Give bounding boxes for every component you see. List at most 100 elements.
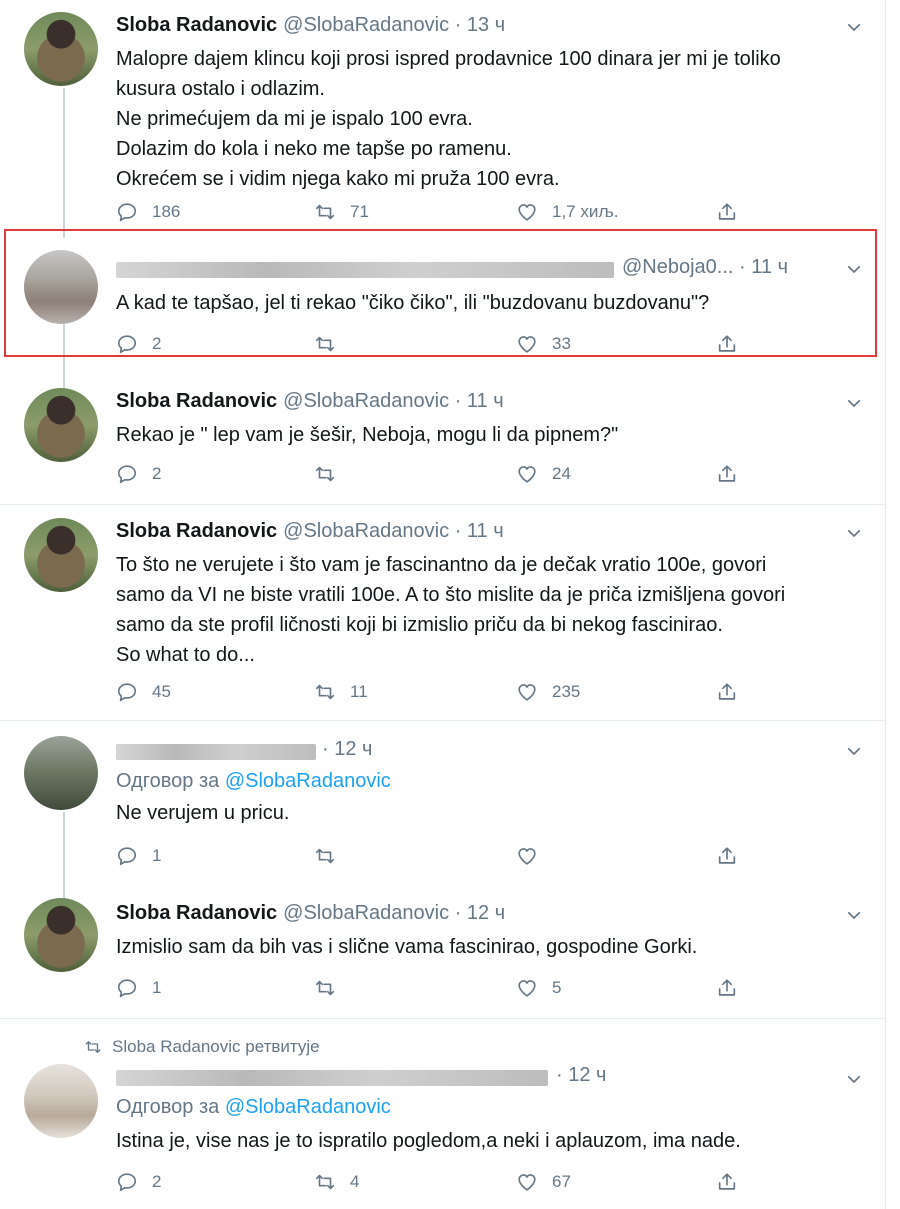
share-icon bbox=[716, 845, 738, 867]
tweet[interactable]: Sloba Radanovic @SlobaRadanovic · 13 ч Ma… bbox=[0, 0, 886, 236]
like-count: 235 bbox=[552, 682, 581, 701]
retweet-icon bbox=[84, 1038, 102, 1056]
reply-count: 186 bbox=[152, 202, 181, 221]
tweet-actions: 2 24 bbox=[116, 460, 756, 488]
reply-icon bbox=[116, 681, 138, 703]
heart-icon bbox=[516, 201, 538, 223]
reply-count: 2 bbox=[152, 1172, 162, 1191]
like-count: 1,7 хиљ. bbox=[552, 202, 619, 221]
avatar[interactable] bbox=[24, 898, 98, 972]
reply-mention-link[interactable]: @SlobaRadanovic bbox=[225, 1096, 391, 1118]
tweet-header: · 12 ч bbox=[556, 1064, 606, 1087]
retweet-icon bbox=[314, 681, 336, 703]
reply-count: 1 bbox=[152, 846, 162, 865]
reply-count: 2 bbox=[152, 464, 162, 483]
chevron-down-icon[interactable] bbox=[845, 18, 863, 36]
share-button[interactable] bbox=[716, 678, 752, 706]
retweet-icon bbox=[314, 977, 336, 999]
retweet-button[interactable] bbox=[314, 460, 350, 488]
share-button[interactable] bbox=[716, 460, 752, 488]
avatar[interactable] bbox=[24, 736, 98, 810]
like-button[interactable]: 24 bbox=[516, 460, 571, 488]
author-handle[interactable]: @SlobaRadanovic bbox=[283, 520, 449, 542]
reply-prefix: Одговор за bbox=[116, 1096, 220, 1118]
share-button[interactable] bbox=[716, 198, 752, 226]
tweet-actions: 1 5 bbox=[116, 974, 756, 1002]
chevron-down-icon[interactable] bbox=[845, 906, 863, 924]
timestamp[interactable]: · 12 ч bbox=[455, 902, 505, 924]
tweet-header: Sloba Radanovic @SlobaRadanovic · 11 ч bbox=[116, 520, 504, 543]
timestamp[interactable]: · 12 ч bbox=[556, 1064, 606, 1086]
timestamp[interactable]: · 11 ч bbox=[455, 520, 504, 542]
tweet-text: Izmislio sam da bih vas i slične vama fa… bbox=[116, 936, 698, 958]
tweet-text: To što ne verujete i što vam je fascinan… bbox=[116, 554, 786, 666]
chevron-down-icon[interactable] bbox=[845, 524, 863, 542]
reply-button[interactable]: 1 bbox=[116, 842, 161, 870]
share-icon bbox=[716, 463, 738, 485]
tweet[interactable]: Sloba Radanovic @SlobaRadanovic · 11 ч To… bbox=[0, 504, 886, 720]
chevron-down-icon[interactable] bbox=[845, 1070, 863, 1088]
avatar[interactable] bbox=[24, 518, 98, 592]
tweet-header: Sloba Radanovic @SlobaRadanovic · 12 ч bbox=[116, 902, 505, 925]
tweet-text: Malopre dajem klincu koji prosi ispred p… bbox=[116, 48, 781, 190]
tweet-text: Rekao je " lep vam je šešir, Neboja, mog… bbox=[116, 424, 619, 446]
retweet-icon bbox=[314, 845, 336, 867]
tweet[interactable]: Sloba Radanovic @SlobaRadanovic · 11 ч Re… bbox=[0, 374, 886, 502]
tweet-actions: 45 11 235 bbox=[116, 678, 756, 706]
like-button[interactable] bbox=[516, 842, 552, 870]
reply-count: 45 bbox=[152, 682, 171, 701]
reply-button[interactable]: 45 bbox=[116, 678, 171, 706]
retweet-button[interactable]: 71 bbox=[314, 198, 369, 226]
reply-button[interactable]: 2 bbox=[116, 1168, 161, 1196]
retweet-count: 11 bbox=[350, 682, 368, 701]
like-button[interactable]: 235 bbox=[516, 678, 580, 706]
like-button[interactable]: 1,7 хиљ. bbox=[516, 198, 618, 226]
reply-mention-link[interactable]: @SlobaRadanovic bbox=[225, 770, 391, 792]
retweet-button[interactable]: 4 bbox=[314, 1168, 359, 1196]
like-button[interactable]: 5 bbox=[516, 974, 561, 1002]
avatar[interactable] bbox=[24, 12, 98, 86]
share-button[interactable] bbox=[716, 842, 752, 870]
author-handle[interactable]: @SlobaRadanovic bbox=[283, 390, 449, 412]
avatar[interactable] bbox=[24, 1064, 98, 1138]
avatar[interactable] bbox=[24, 388, 98, 462]
reply-icon bbox=[116, 1171, 138, 1193]
retweet-context[interactable]: Sloba Radanovic ретвитује bbox=[84, 1037, 320, 1057]
tweet-header: · 12 ч bbox=[322, 738, 372, 761]
reply-button[interactable]: 186 bbox=[116, 198, 180, 226]
author-name[interactable]: Sloba Radanovic bbox=[116, 902, 277, 924]
timeline-feed: Sloba Radanovic @SlobaRadanovic · 13 ч Ma… bbox=[0, 0, 886, 1209]
reply-button[interactable]: 2 bbox=[116, 460, 161, 488]
divider bbox=[0, 1018, 886, 1019]
retweet-button[interactable]: 11 bbox=[314, 678, 368, 706]
tweet[interactable]: · 12 ч Одговор за @SlobaRadanovic Istina… bbox=[0, 1056, 886, 1209]
timestamp[interactable]: · 13 ч bbox=[455, 14, 505, 36]
tweet[interactable]: · 12 ч Одговор за @SlobaRadanovic Ne ver… bbox=[0, 720, 886, 886]
retweet-button[interactable] bbox=[314, 842, 350, 870]
heart-icon bbox=[516, 681, 538, 703]
reply-button[interactable]: 1 bbox=[116, 974, 161, 1002]
like-button[interactable]: 67 bbox=[516, 1168, 571, 1196]
share-button[interactable] bbox=[716, 1168, 752, 1196]
heart-icon bbox=[516, 1171, 538, 1193]
chevron-down-icon[interactable] bbox=[845, 394, 863, 412]
share-button[interactable] bbox=[716, 974, 752, 1002]
timestamp[interactable]: · 11 ч bbox=[455, 390, 504, 412]
retweet-button[interactable] bbox=[314, 974, 350, 1002]
author-name[interactable]: Sloba Radanovic bbox=[116, 520, 277, 542]
tweet-actions: 2 4 67 bbox=[116, 1168, 756, 1196]
tweet[interactable]: Sloba Radanovic @SlobaRadanovic · 12 ч Iz… bbox=[0, 886, 886, 1016]
author-handle[interactable]: @SlobaRadanovic bbox=[283, 902, 449, 924]
author-name[interactable]: Sloba Radanovic bbox=[116, 390, 277, 412]
heart-icon bbox=[516, 845, 538, 867]
timestamp[interactable]: · 12 ч bbox=[322, 738, 372, 760]
author-name[interactable]: Sloba Radanovic bbox=[116, 14, 277, 36]
like-count: 67 bbox=[552, 1172, 571, 1191]
chevron-down-icon[interactable] bbox=[845, 742, 863, 760]
retweet-count: 4 bbox=[350, 1172, 360, 1191]
reply-count: 1 bbox=[152, 978, 162, 997]
author-handle[interactable]: @SlobaRadanovic bbox=[283, 14, 449, 36]
heart-icon bbox=[516, 463, 538, 485]
tweet-actions: 1 bbox=[116, 842, 756, 870]
reply-context: Одговор за @SlobaRadanovic bbox=[116, 770, 391, 793]
